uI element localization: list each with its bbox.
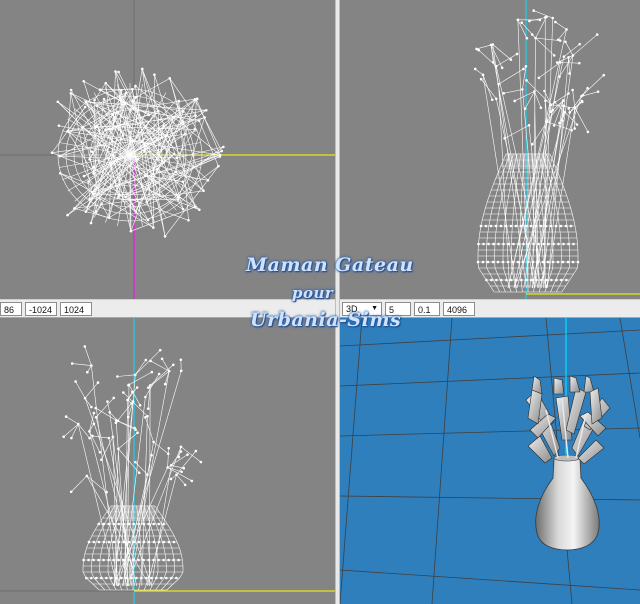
view-mode-dropdown[interactable]: 3D ▼	[342, 301, 382, 316]
viewport-top-canvas	[0, 0, 335, 299]
top-view-wireframe	[50, 67, 225, 238]
toolbar-left: 86 -1024 1024	[0, 299, 335, 318]
view-mode-value: 3D	[346, 303, 358, 314]
toolbar-right: 3D ▼ 5 0.1 4096	[340, 299, 640, 318]
near-clip-field[interactable]: 0.1	[414, 301, 440, 316]
viewport-perspective-canvas	[340, 318, 640, 604]
chevron-down-icon: ▼	[371, 304, 378, 312]
viewport-side[interactable]	[0, 318, 335, 604]
viewport-front-canvas	[473, 0, 640, 299]
viewport-front[interactable]	[340, 0, 640, 299]
coord-field-3[interactable]: 1024	[60, 301, 92, 316]
perspective-grid	[340, 318, 640, 604]
coord-field-2[interactable]: -1024	[25, 301, 57, 316]
grid-size-field[interactable]: 5	[385, 301, 411, 316]
viewport-top[interactable]	[0, 0, 335, 299]
viewport-perspective[interactable]	[340, 318, 640, 604]
far-clip-field[interactable]: 4096	[443, 301, 475, 316]
coord-field-1[interactable]: 86	[0, 301, 22, 316]
front-view-wireframe	[473, 9, 606, 293]
vase-3d-model	[525, 375, 611, 551]
viewport-side-canvas	[0, 318, 335, 604]
side-view-wireframe	[62, 345, 203, 591]
